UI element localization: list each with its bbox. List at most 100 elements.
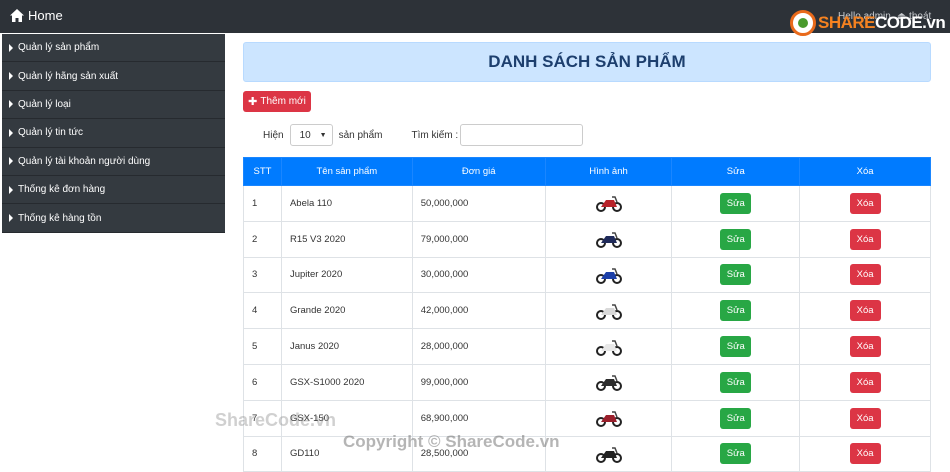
table-row: 7 GSX-150 68,900,000 Sửa Xóa — [243, 399, 931, 437]
add-product-button[interactable]: ✚ Thêm mới — [243, 91, 311, 112]
caret-right-icon — [9, 43, 13, 52]
sidebar-item[interactable]: Quản lý hãng sản xuất — [2, 62, 225, 91]
sidebar-item[interactable]: Quản lý sản phẩm — [2, 34, 225, 63]
cell-price: 42,000,000 — [411, 292, 546, 330]
edit-button[interactable]: Sửa — [720, 371, 752, 393]
caret-right-icon — [9, 72, 13, 81]
show-label: Hiện — [263, 129, 284, 141]
cell-price: 50,000,000 — [411, 185, 546, 222]
cell-stt: 5 — [243, 328, 282, 365]
col-stt: STT — [243, 157, 282, 186]
edit-button[interactable]: Sửa — [720, 192, 752, 214]
delete-button[interactable]: Xóa — [849, 264, 881, 286]
edit-button[interactable]: Sửa — [720, 407, 752, 429]
cell-delete: Xóa — [799, 185, 931, 222]
delete-button[interactable]: Xóa — [849, 443, 881, 465]
delete-button[interactable]: Xóa — [849, 192, 881, 214]
sidebar-item[interactable]: Quản lý tài khoản người dùng — [2, 148, 225, 176]
sidebar-item-label: Thống kê đơn hàng — [18, 184, 106, 196]
logo-text: SHARECODE.vn — [818, 13, 946, 32]
sidebar-item[interactable]: Thống kê hàng tồn — [2, 204, 225, 233]
sidebar-item-label: Quản lý hãng sản xuất — [18, 70, 119, 82]
cell-image — [544, 399, 673, 437]
edit-button[interactable]: Sửa — [720, 336, 752, 358]
sidebar-item-label: Quản lý tin tức — [18, 127, 84, 139]
motorbike-image — [595, 411, 622, 428]
cell-image — [544, 435, 673, 472]
page-title: DANH SÁCH SẢN PHẨM — [243, 42, 931, 82]
sidebar-item-label: Thống kê hàng tồn — [18, 212, 102, 224]
search-input[interactable] — [460, 124, 584, 146]
cell-image — [544, 328, 673, 365]
table-row: 6 GSX-S1000 2020 99,000,000 Sửa Xóa — [243, 363, 931, 401]
edit-button[interactable]: Sửa — [720, 300, 752, 322]
col-name: Tên sản phẩm — [280, 157, 413, 186]
delete-button[interactable]: Xóa — [849, 300, 881, 322]
col-delete: Xóa — [799, 157, 931, 186]
cell-image — [544, 185, 673, 222]
col-edit: Sửa — [671, 157, 801, 186]
motorbike-image — [595, 304, 622, 320]
home-link[interactable]: Home — [10, 8, 63, 23]
caret-right-icon — [9, 157, 13, 166]
sidebar-item[interactable]: Quản lý loại — [2, 91, 225, 120]
cell-image — [544, 292, 673, 330]
delete-button[interactable]: Xóa — [849, 336, 881, 358]
cell-name: R15 V3 2020 — [280, 220, 413, 258]
cell-edit: Sửa — [671, 328, 801, 365]
delete-button[interactable]: Xóa — [849, 371, 881, 393]
cell-edit: Sửa — [671, 292, 801, 330]
table-row: 3 Jupiter 2020 30,000,000 Sửa Xóa — [243, 256, 931, 294]
caret-right-icon — [9, 100, 13, 109]
cell-price: 68,900,000 — [411, 399, 546, 437]
cell-stt: 1 — [243, 185, 282, 222]
edit-button[interactable]: Sửa — [720, 228, 752, 250]
top-navbar: Home Hello admin ⏏ thoát SHARECODE.vn — [0, 0, 950, 36]
caret-right-icon — [9, 185, 13, 194]
motorbike-image — [595, 447, 622, 463]
cell-edit: Sửa — [671, 363, 801, 401]
cell-delete: Xóa — [799, 328, 931, 365]
motorbike-image — [595, 268, 622, 284]
cell-image — [544, 363, 673, 401]
main-content: DANH SÁCH SẢN PHẨM — [243, 42, 931, 82]
cell-price: 28,000,000 — [411, 328, 546, 365]
cell-name: Abela 110 — [280, 185, 413, 222]
add-label: Thêm mới — [260, 96, 306, 107]
cell-price: 30,000,000 — [411, 256, 546, 294]
per-page-label: sản phẩm — [338, 129, 383, 141]
cell-stt: 3 — [243, 256, 282, 294]
table-row: 2 R15 V3 2020 79,000,000 Sửa Xóa — [243, 220, 931, 258]
page-size-value: 10 — [299, 129, 311, 141]
page-size-select[interactable]: 10 ▼ — [289, 124, 333, 146]
plus-icon: ✚ — [248, 96, 258, 108]
cell-stt: 4 — [243, 292, 282, 330]
cell-delete: Xóa — [799, 399, 931, 437]
cell-delete: Xóa — [799, 256, 931, 294]
cell-name: Grande 2020 — [280, 292, 413, 330]
cell-edit: Sửa — [671, 220, 801, 258]
home-label: Home — [28, 8, 63, 23]
edit-button[interactable]: Sửa — [720, 443, 752, 465]
col-price: Đơn giá — [411, 157, 546, 186]
cell-stt: 2 — [243, 220, 282, 258]
logo-mark-icon — [790, 10, 816, 36]
sidebar: Quản lý sản phẩm Quản lý hãng sản xuất Quả… — [2, 34, 225, 233]
cell-delete: Xóa — [799, 292, 931, 330]
cell-price: 99,000,000 — [411, 363, 546, 401]
motorbike-image — [595, 232, 622, 249]
col-image: Hình ảnh — [544, 157, 673, 186]
edit-button[interactable]: Sửa — [720, 264, 752, 286]
delete-button[interactable]: Xóa — [849, 228, 881, 250]
motorbike-image — [595, 196, 622, 213]
table-controls: Hiện 10 ▼ sản phẩm Tìm kiếm : — [263, 124, 584, 146]
cell-delete: Xóa — [799, 220, 931, 258]
product-table: STT Tên sản phẩm Đơn giá Hình ảnh Sửa Xó… — [243, 157, 931, 472]
sidebar-item[interactable]: Thống kê đơn hàng — [2, 176, 225, 205]
table-body: 1 Abela 110 50,000,000 Sửa Xóa 2 R15 V3 2020 79… — [243, 185, 931, 472]
delete-button[interactable]: Xóa — [849, 407, 881, 429]
cell-image — [544, 220, 673, 258]
cell-image — [544, 256, 673, 294]
sidebar-item[interactable]: Quản lý tin tức — [2, 119, 225, 148]
cell-edit: Sửa — [671, 399, 801, 437]
